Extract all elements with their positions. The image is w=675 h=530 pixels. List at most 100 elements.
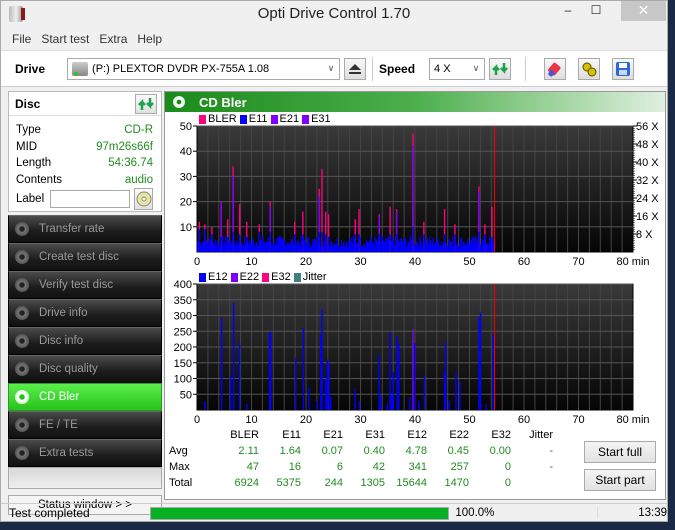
stats-cell: 1305 [360, 477, 385, 489]
e11-bar [380, 241, 382, 252]
erase-button[interactable] [544, 57, 567, 80]
e11-bar [263, 243, 265, 252]
e11-bar [286, 243, 288, 252]
e11-bar [374, 236, 376, 252]
disc-mid-value: 97m26s66f [96, 140, 153, 153]
nav-item-label: Extra tests [39, 447, 94, 459]
nav-item-drive-info[interactable]: Drive info [8, 299, 162, 327]
save-button[interactable] [612, 57, 635, 80]
disc-length-key: Length [16, 157, 52, 169]
close-button[interactable]: ✕ [621, 1, 666, 21]
e11-bar [409, 235, 411, 252]
menu-start-test[interactable]: Start test [36, 29, 94, 50]
stats-row-label: Avg [169, 445, 188, 457]
e12-bar [392, 372, 395, 410]
nav-item-cd-bler[interactable]: CD Bler [8, 383, 162, 411]
e12-bar [238, 343, 241, 410]
e11-bar [394, 246, 396, 252]
y-tick-label: 400 [174, 279, 192, 291]
stats-cell: 15644 [396, 477, 427, 489]
e11-bar [426, 238, 429, 252]
eject-button[interactable] [344, 57, 367, 80]
nav-filler [8, 467, 162, 489]
e11-bar [252, 239, 254, 252]
e11-bar [423, 234, 425, 252]
menu-extra[interactable]: Extra [94, 29, 132, 50]
e11-bar [376, 241, 379, 252]
disc-label-button[interactable] [134, 188, 153, 210]
x-tick-label: 40 [409, 256, 421, 268]
e12-bar [220, 318, 223, 410]
settings-button[interactable] [578, 57, 601, 80]
nav-item-transfer-rate[interactable]: Transfer rate [8, 215, 162, 243]
e11-bar [337, 245, 339, 252]
y-tick-label: 50 [180, 121, 192, 133]
e11-bar [201, 241, 203, 252]
nav-item-fe-te[interactable]: FE / TE [8, 411, 162, 439]
e11-bar [478, 231, 480, 252]
x-tick-label: 60 [518, 414, 530, 426]
nav-item-verify-test-disc[interactable]: Verify test disc [8, 271, 162, 299]
e11-bar [440, 245, 442, 252]
e11-bar [251, 238, 253, 252]
maximize-button[interactable]: ☐ [582, 1, 610, 21]
e11-bar [321, 231, 323, 252]
e11-bar [309, 243, 311, 252]
e11-bar [432, 237, 434, 252]
e12-bar [478, 317, 480, 410]
e11-bar [248, 244, 250, 252]
e11-bar [445, 243, 447, 252]
e11-bar [250, 242, 252, 252]
stats-cell: 1470 [444, 477, 469, 489]
e11-bar [343, 242, 345, 252]
e11-bar [320, 246, 322, 252]
disc-mid-row: MID 97m26s66f [9, 139, 161, 156]
start-part-button[interactable]: Start part [584, 469, 656, 491]
title-bar: Opti Drive Control 1.70 – ☐ ✕ [1, 1, 667, 29]
menu-file[interactable]: File [7, 29, 36, 50]
e11-bar [418, 246, 420, 252]
e11-bar [216, 240, 218, 252]
e11-bar [448, 238, 450, 252]
nav-item-extra-tests[interactable]: Extra tests [8, 439, 162, 467]
stats-table: BLER E11 E21 E31 E12 E22 E32 Jitter Avg 2.11 1.64 0… [169, 427, 569, 491]
nav-item-disc-quality[interactable]: Disc quality [8, 355, 162, 383]
e11-bar [287, 242, 289, 252]
e11-bar [446, 246, 448, 252]
e11-bar [424, 239, 427, 252]
e11-bar [345, 241, 347, 252]
e11-bar [304, 241, 307, 252]
start-full-button[interactable]: Start full [584, 441, 656, 463]
speed-select[interactable]: 4 X ∨ [429, 57, 486, 80]
e11-bar [307, 237, 309, 252]
stats-cell: 341 [408, 461, 427, 473]
nav-item-create-test-disc[interactable]: Create test disc [8, 243, 162, 271]
e11-bar [447, 246, 449, 252]
e11-bar [408, 241, 410, 252]
refresh-speed-button[interactable] [489, 57, 512, 80]
drive-select[interactable]: (P:) PLEXTOR DVDR PX-755A 1.08 ∨ [67, 57, 341, 80]
e11-bar [220, 236, 222, 252]
disc-type-row: Type CD-R [9, 122, 161, 139]
y-tick-label: 250 [174, 326, 192, 338]
cd-bler-panel: CD Bler BLER E11 E21 E31 10 20 30 40 50 0 10 20… [164, 91, 666, 500]
disc-type-value: CD-R [124, 124, 153, 136]
disc-panel: Disc Type CD-R MID 97m26s66f Length 54:36.7… [8, 91, 162, 212]
disc-type-key: Type [16, 124, 41, 136]
nav-item-disc-info[interactable]: Disc info [8, 327, 162, 355]
e11-bar [326, 245, 328, 252]
menu-help[interactable]: Help [132, 29, 167, 50]
stats-cell: 6924 [234, 477, 259, 489]
e11-bar [436, 236, 438, 252]
stats-cell: 0.00 [489, 445, 511, 457]
disc-label-input[interactable] [50, 190, 131, 208]
stats-column-header: Jitter [529, 429, 553, 441]
e11-bar [260, 239, 262, 252]
e12-bar [378, 354, 380, 410]
stats-row-max: Max 47 16 6 42 341 257 0 - [169, 459, 553, 475]
y2-tick-label: 24 X [636, 193, 659, 205]
disc-refresh-button[interactable] [135, 94, 157, 114]
x-tick-label: 20 [300, 414, 312, 426]
minimize-button[interactable]: – [554, 1, 582, 21]
e11-bar [347, 246, 349, 252]
